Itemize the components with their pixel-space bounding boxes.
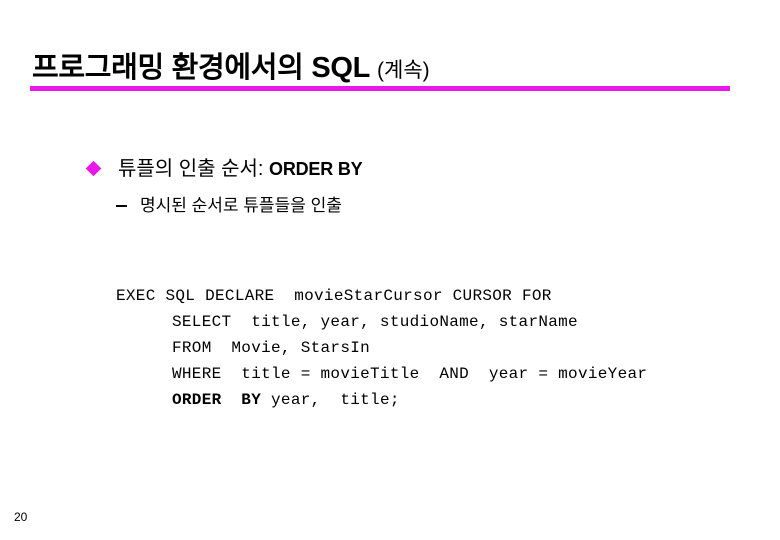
code-line: WHERE title = movieTitle AND year = movi…	[116, 361, 736, 387]
code-line-text: FROM Movie, StarsIn	[172, 339, 371, 357]
sql-code-block: EXEC SQL DECLARE movieStarCursor CURSOR …	[116, 283, 736, 413]
code-line: SELECT title, year, studioName, starName	[116, 309, 736, 335]
slide-canvas: 프로그래밍 환경에서의 SQL (계속) 튜플의 인출 순서: ORDER BY …	[0, 0, 780, 540]
sub-bullet-item-label: 명시된 순서로 튜플들을 인출	[140, 196, 342, 215]
code-line: FROM Movie, StarsIn	[116, 335, 736, 361]
page-title-suffix: (계속)	[377, 59, 430, 82]
bullet-item-emphasis: ORDER BY	[269, 159, 363, 179]
dash-bullet-icon	[116, 205, 127, 207]
page-title-main: 프로그래밍 환경에서의 SQL	[32, 52, 371, 84]
code-line-keyword: ORDER BY	[172, 391, 262, 409]
code-line-text: EXEC SQL DECLARE movieStarCursor CURSOR …	[116, 287, 552, 305]
bullet-item-order-by: 튜플의 인출 순서: ORDER BY	[85, 156, 706, 184]
page-number: 20	[14, 510, 28, 524]
code-line-text: SELECT title, year, studioName, starName	[172, 313, 578, 331]
code-line-text: year, title;	[261, 391, 400, 409]
sub-bullet-item-ordering: 명시된 순서로 튜플들을 인출	[116, 194, 676, 220]
code-line: EXEC SQL DECLARE movieStarCursor CURSOR …	[116, 283, 736, 309]
page-title: 프로그래밍 환경에서의 SQL (계속)	[32, 44, 732, 84]
diamond-bullet-icon	[85, 160, 102, 177]
bullet-item-label: 튜플의 인출 순서: ORDER BY	[118, 156, 363, 182]
title-underline-rule	[30, 86, 730, 91]
bullet-item-text: 튜플의 인출 순서:	[118, 158, 270, 180]
code-line: ORDER BY year, title;	[116, 387, 736, 413]
code-line-text: WHERE title = movieTitle AND year = movi…	[172, 365, 648, 383]
